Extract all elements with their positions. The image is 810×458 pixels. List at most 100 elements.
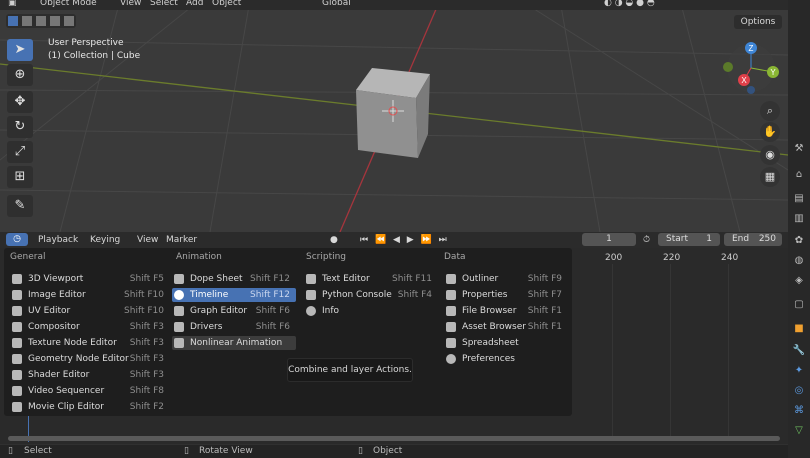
editor-type-button[interactable]: ◷ bbox=[6, 233, 28, 246]
menu-item-spreadsheet[interactable]: Spreadsheet bbox=[444, 336, 568, 350]
physics-tab-icon[interactable]: ◎ bbox=[792, 384, 806, 398]
menu-item-properties[interactable]: Properties Shift F7 bbox=[444, 288, 568, 302]
menu-item-shader-editor[interactable]: Shader Editor Shift F3 bbox=[10, 368, 170, 382]
3d-viewport[interactable]: User Perspective (1) Collection | Cube ➤… bbox=[0, 0, 788, 232]
select-extend-icon[interactable] bbox=[22, 16, 32, 26]
select-mode-buttons[interactable] bbox=[6, 14, 76, 28]
menu-object[interactable]: Object bbox=[212, 0, 241, 8]
menu-item-uv-editor[interactable]: UV Editor Shift F10 bbox=[10, 304, 170, 318]
menu-item-video-sequencer[interactable]: Video Sequencer Shift F8 bbox=[10, 384, 170, 398]
frame-gridline bbox=[728, 264, 729, 438]
geometry-nodes-icon bbox=[12, 354, 22, 364]
ortho-toggle-button[interactable]: ▦ bbox=[760, 167, 780, 187]
menu-item-text-editor[interactable]: Text Editor Shift F11 bbox=[304, 272, 438, 286]
menu-item-graph-editor[interactable]: Graph Editor Shift F6 bbox=[172, 304, 296, 318]
options-dropdown[interactable]: Options bbox=[734, 15, 782, 29]
data-tab-icon[interactable]: ▽ bbox=[792, 424, 806, 438]
move-tool[interactable]: ✥ bbox=[7, 91, 33, 113]
menu-view[interactable]: View bbox=[120, 0, 141, 8]
object-tab-icon[interactable]: ▢ bbox=[792, 298, 806, 312]
select-subtract-icon[interactable] bbox=[36, 16, 46, 26]
menu-select[interactable]: Select bbox=[150, 0, 178, 8]
crosshair-icon: ⊕ bbox=[14, 67, 26, 82]
menu-item-preferences[interactable]: Preferences bbox=[444, 352, 568, 366]
menu-item-drivers[interactable]: Drivers Shift F6 bbox=[172, 320, 296, 334]
menu-item-geometry-node-editor[interactable]: Geometry Node Editor Shift F3 bbox=[10, 352, 170, 366]
editor-type-icon[interactable]: ▣ bbox=[8, 0, 17, 8]
transform-tool[interactable]: ⊞ bbox=[7, 166, 33, 188]
hand-icon: ✋ bbox=[763, 125, 777, 138]
constraints-tab-icon[interactable]: ⌘ bbox=[792, 404, 806, 418]
record-button[interactable]: ● bbox=[330, 235, 338, 245]
start-value: 1 bbox=[706, 234, 712, 244]
cursor-tool[interactable]: ⊕ bbox=[7, 64, 33, 86]
outliner-icon bbox=[446, 274, 456, 284]
status-select: Select bbox=[24, 446, 52, 456]
movie-clip-icon bbox=[12, 402, 22, 412]
status-object: Object bbox=[373, 446, 403, 456]
select-invert-icon[interactable] bbox=[50, 16, 60, 26]
playback-controls[interactable]: ⏮ ⏪ ◀ ▶ ⏩ ⏭ bbox=[360, 235, 449, 245]
status-rotate-view: Rotate View bbox=[199, 446, 253, 456]
stopwatch-icon[interactable]: ⏱ bbox=[643, 235, 650, 245]
transform-icon: ⊞ bbox=[14, 169, 26, 184]
spreadsheet-icon bbox=[446, 338, 456, 348]
camera-view-button[interactable]: ◉ bbox=[760, 145, 780, 165]
menu-item-outliner[interactable]: Outliner Shift F9 bbox=[444, 272, 568, 286]
menu-item-3d-viewport[interactable]: 3D Viewport Shift F5 bbox=[10, 272, 170, 286]
start-frame-field[interactable]: Start 1 bbox=[658, 233, 720, 246]
select-new-icon[interactable] bbox=[8, 16, 18, 26]
menu-item-asset-browser[interactable]: Asset Browser Shift F1 bbox=[444, 320, 568, 334]
view-menu[interactable]: View bbox=[137, 235, 158, 245]
data-column-title: Data bbox=[444, 252, 466, 262]
viewport-header: ▣ Object Mode View Select Add Object Glo… bbox=[0, 0, 810, 10]
info-icon bbox=[306, 306, 316, 316]
menu-item-timeline[interactable]: Timeline Shift F12 bbox=[172, 288, 296, 302]
mode-dropdown[interactable]: Object Mode bbox=[40, 0, 97, 8]
menu-item-compositor[interactable]: Compositor Shift F3 bbox=[10, 320, 170, 334]
horizontal-scrollbar[interactable] bbox=[8, 436, 780, 441]
scene-tab-icon[interactable]: ✿ bbox=[792, 234, 806, 248]
overlay-icons[interactable]: ◐ ◑ ◒ ● ◓ bbox=[604, 0, 655, 8]
scale-tool[interactable]: ⤢ bbox=[7, 141, 33, 163]
rotate-icon: ↻ bbox=[14, 119, 26, 134]
menu-item-file-browser[interactable]: File Browser Shift F1 bbox=[444, 304, 568, 318]
select-intersect-icon[interactable] bbox=[64, 16, 74, 26]
render-tab-icon[interactable]: ⌂ bbox=[792, 168, 806, 182]
menu-item-image-editor[interactable]: Image Editor Shift F10 bbox=[10, 288, 170, 302]
playback-menu[interactable]: Playback bbox=[38, 235, 78, 245]
zoom-magnifier-icon: ⌕ bbox=[766, 104, 774, 117]
pan-button[interactable]: ✋ bbox=[760, 122, 780, 142]
viewport-scene bbox=[0, 0, 788, 232]
current-frame-field[interactable]: 1 bbox=[582, 233, 636, 246]
menu-add[interactable]: Add bbox=[186, 0, 203, 8]
keying-menu[interactable]: Keying bbox=[90, 235, 120, 245]
end-frame-field[interactable]: End 250 bbox=[724, 233, 782, 246]
orientation-dropdown[interactable]: Global bbox=[322, 0, 351, 8]
menu-item-dope-sheet[interactable]: Dope Sheet Shift F12 bbox=[172, 272, 296, 286]
marker-menu[interactable]: Marker bbox=[166, 235, 197, 245]
object-data-tab-icon[interactable]: ■ bbox=[792, 322, 806, 336]
world-tab-icon[interactable]: ◍ bbox=[792, 254, 806, 268]
tool-tab-icon[interactable]: ⚒ bbox=[792, 142, 806, 156]
particles-tab-icon[interactable]: ✦ bbox=[792, 364, 806, 378]
cube[interactable] bbox=[356, 68, 430, 158]
menu-item-info[interactable]: Info bbox=[304, 304, 438, 318]
menu-item-texture-node-editor[interactable]: Texture Node Editor Shift F3 bbox=[10, 336, 170, 350]
rotate-tool[interactable]: ↻ bbox=[7, 116, 33, 138]
compositor-icon bbox=[12, 322, 22, 332]
modifier-tab-icon[interactable]: 🔧 bbox=[792, 344, 806, 358]
view-layer-tab-icon[interactable]: ▥ bbox=[792, 212, 806, 226]
general-column-title: General bbox=[10, 252, 46, 262]
menu-item-python-console[interactable]: Python Console Shift F4 bbox=[304, 288, 438, 302]
annotate-tool[interactable]: ✎ bbox=[7, 195, 33, 217]
gizmo-z-label: Z bbox=[749, 44, 754, 53]
menu-item-nonlinear-animation[interactable]: Nonlinear Animation bbox=[172, 336, 296, 350]
navigation-gizmo[interactable]: Z Y X bbox=[720, 40, 782, 96]
select-box-tool[interactable]: ➤ bbox=[7, 39, 33, 61]
output-tab-icon[interactable]: ▤ bbox=[792, 192, 806, 206]
collection-tab-icon[interactable]: ◈ bbox=[792, 274, 806, 288]
menu-item-movie-clip-editor[interactable]: Movie Clip Editor Shift F2 bbox=[10, 400, 170, 414]
zoom-button[interactable]: ⌕ bbox=[760, 101, 780, 121]
tooltip: Combine and layer Actions. bbox=[287, 358, 413, 382]
